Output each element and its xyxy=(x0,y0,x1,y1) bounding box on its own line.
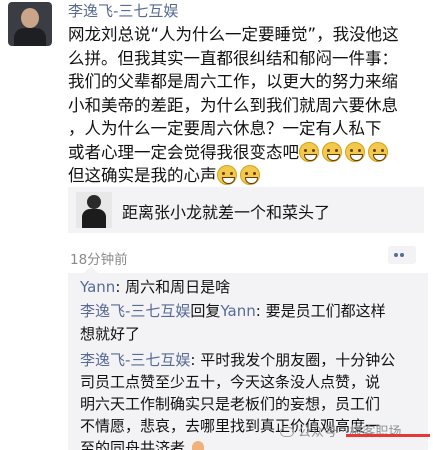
comment-item[interactable]: 李逸飞-三七互娱: 平时我发个朋友圈，十分钟公 xyxy=(80,350,395,371)
post-line: 我们的父辈都是周六工作，以更大的努力来缩 xyxy=(68,72,398,91)
post-line: 网龙刘总说“人为什么一定要睡觉”，我没他这 xyxy=(68,25,399,44)
avatar-body xyxy=(14,28,46,46)
comment-text-continued: 至的同舟共济者 xyxy=(80,438,204,450)
author-avatar[interactable] xyxy=(8,2,52,46)
comment-text-continued: 明六天工作制确实只是老板们的妄想，员工们 xyxy=(80,395,381,413)
comment-text: 要是员工们都这样 xyxy=(265,302,386,320)
dot-icon xyxy=(394,253,398,257)
post-author-name[interactable]: 李逸飞-三七互娱 xyxy=(68,0,178,21)
comment-separator: : xyxy=(190,351,201,369)
post-line: 么拼。但我其实一直都很纠结和郁闷一件事： xyxy=(68,48,398,68)
comment-item[interactable]: 李逸飞-三七互娱回复Yann: 要是员工们都这样 xyxy=(80,301,386,322)
comment-text: 平时我发个朋友圈，十分钟公 xyxy=(200,351,396,369)
post-line-with-emoji: 但这确实是我的心声 xyxy=(68,164,428,188)
more-actions-button[interactable] xyxy=(388,246,416,264)
comment-separator: : xyxy=(255,302,266,320)
post-body: 网龙刘总说“人为什么一定要睡觉”，我没他这 么拼。但我其实一直都很纠结和郁闷一件… xyxy=(68,23,428,188)
grin-emoji-icon xyxy=(216,165,237,185)
shared-link-title: 距离张小龙就差一个和菜头了 xyxy=(122,203,331,222)
reply-to-user[interactable]: Yann xyxy=(220,302,255,320)
red-underline-mark xyxy=(346,434,430,437)
grin-emoji-icon xyxy=(368,141,388,162)
thumbnail-person-body xyxy=(82,209,106,228)
comment-text-continued: 想就好了 xyxy=(80,325,141,343)
thumbnail-person-head xyxy=(87,195,101,209)
reply-word: 回复 xyxy=(190,302,221,320)
comment-author[interactable]: 李逸飞-三七互娱 xyxy=(80,351,190,369)
comment-item[interactable]: Yann: 周六和周日是啥 xyxy=(80,277,230,298)
post-line-text: 但这确实是我的心声 xyxy=(68,166,217,185)
grin-emoji-icon xyxy=(239,165,260,185)
dot-icon xyxy=(400,253,404,257)
grin-emoji-icon xyxy=(299,141,319,162)
avatar-head xyxy=(21,8,39,28)
post-line-with-emoji: 或者心理一定会觉得我很变态吧 xyxy=(68,141,428,165)
post-timestamp: 18分钟前 xyxy=(70,252,128,268)
praying-hands-emoji-icon xyxy=(191,441,204,450)
comment-author[interactable]: 李逸飞-三七互娱 xyxy=(80,302,190,320)
comment-separator: : xyxy=(115,278,126,296)
post-line: 小和美帝的差距，为什么到我们就周六要休息 xyxy=(68,95,398,115)
wechat-official-account-icon xyxy=(280,427,294,437)
comment-box-arrow xyxy=(84,266,98,273)
shared-link-thumbnail xyxy=(76,192,112,228)
comment-text: 周六和周日是啥 xyxy=(125,278,231,296)
watermark-text: 公众号 · 极客职场 xyxy=(298,425,402,440)
comment-text-continued: 司员工点赞至少五十，今天这条没人点赞，说 xyxy=(80,373,381,391)
shared-link-card[interactable]: 距离张小龙就差一个和菜头了 xyxy=(68,187,424,233)
watermark: 公众号 · 极客职场 xyxy=(280,421,401,440)
post-line-text: 或者心理一定会觉得我很变态吧 xyxy=(68,142,299,162)
comment-text-line: 至的同舟共济者 xyxy=(80,439,186,450)
grin-emoji-icon xyxy=(345,141,365,162)
post-line: ，人为什么一定要周六休息？一定有人私下 xyxy=(68,119,382,138)
comment-author[interactable]: Yann xyxy=(80,278,115,296)
grin-emoji-icon xyxy=(322,141,342,162)
